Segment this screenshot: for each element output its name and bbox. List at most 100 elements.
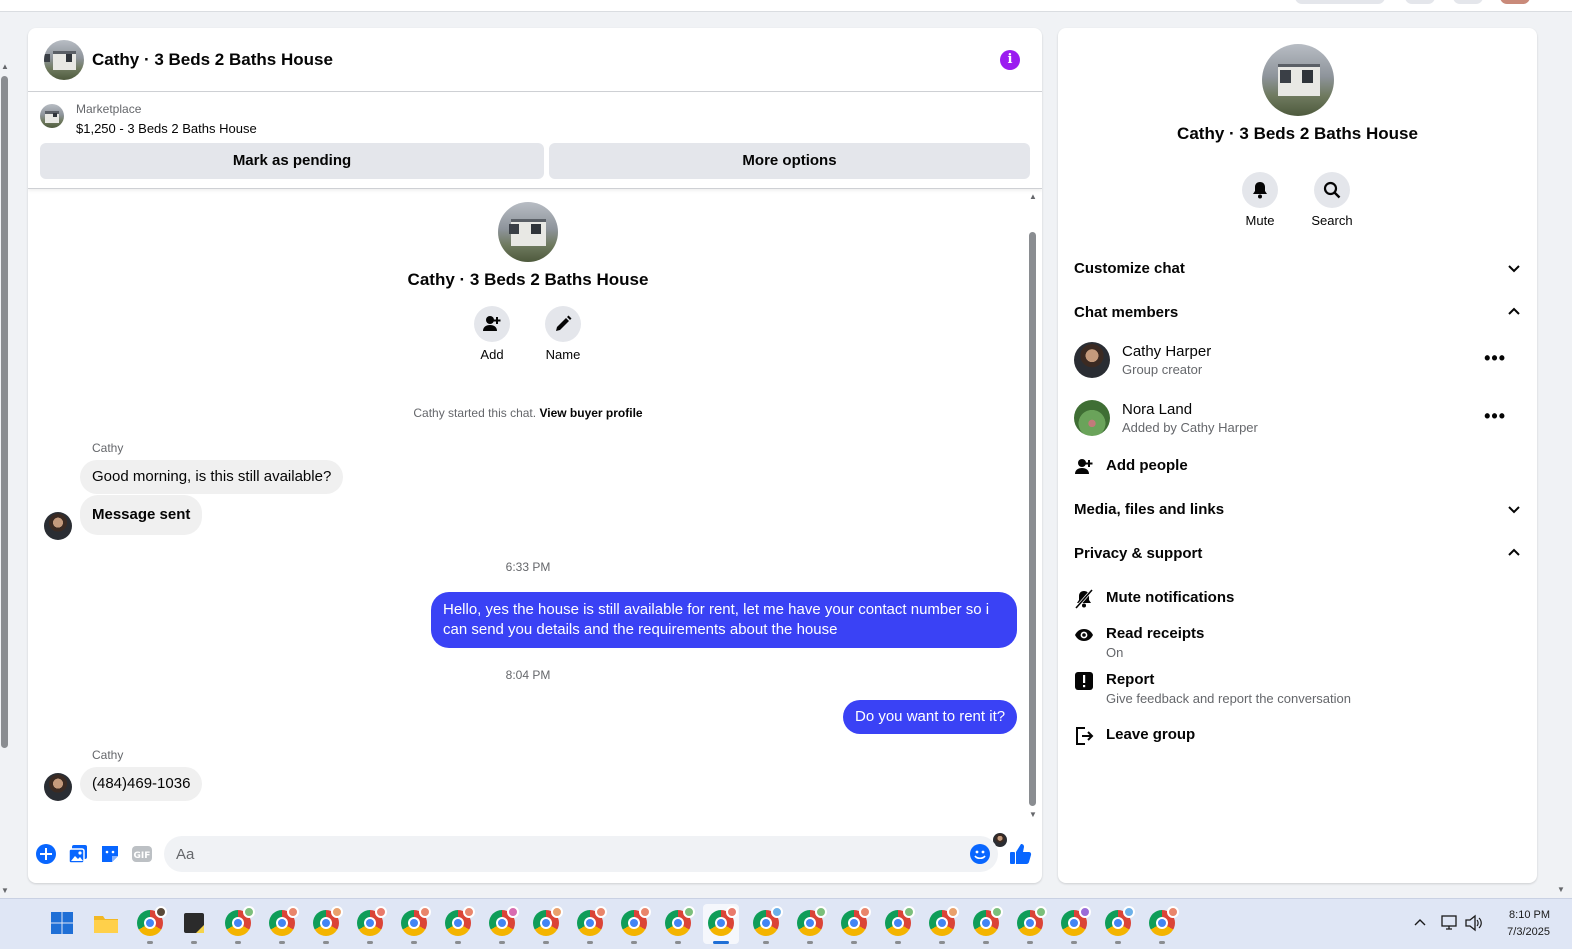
- member-row[interactable]: Nora Land Added by Cathy Harper •••: [1074, 394, 1522, 442]
- incoming-message[interactable]: (484)469-1036: [80, 767, 203, 801]
- listing-thumbnail[interactable]: [40, 104, 64, 128]
- photo-icon[interactable]: [66, 842, 90, 866]
- chrome-icon[interactable]: [532, 906, 563, 937]
- chrome-icon-active[interactable]: [707, 906, 738, 937]
- plus-icon[interactable]: [34, 842, 58, 866]
- scroll-down-arrow-icon[interactable]: ▼: [1557, 885, 1565, 894]
- clock-date[interactable]: 7/3/2025: [1490, 926, 1550, 938]
- sender-avatar[interactable]: [44, 773, 72, 801]
- running-indicator: [147, 941, 153, 944]
- clock-time[interactable]: 8:10 PM: [1490, 909, 1550, 921]
- running-indicator: [675, 941, 681, 944]
- scroll-down-arrow-icon[interactable]: ▼: [0, 886, 10, 896]
- chevron-down-icon: [1508, 265, 1520, 273]
- sender-avatar[interactable]: [44, 512, 72, 540]
- add-label: Add: [480, 347, 504, 362]
- top-bar-button[interactable]: [1295, 0, 1385, 4]
- chrome-icon[interactable]: [312, 906, 343, 937]
- chrome-icon[interactable]: [796, 906, 827, 937]
- sticky-notes-icon[interactable]: [180, 909, 208, 937]
- chrome-icon[interactable]: [840, 906, 871, 937]
- chat-members-label: Chat members: [1074, 304, 1179, 321]
- running-indicator: [191, 941, 197, 944]
- message-input[interactable]: [164, 836, 998, 872]
- gif-icon[interactable]: GIF: [130, 842, 154, 866]
- member-avatar[interactable]: [1074, 400, 1110, 436]
- incoming-message[interactable]: Message sent: [80, 495, 203, 535]
- bell-icon: [1253, 182, 1267, 199]
- listing-title[interactable]: $1,250 - 3 Beds 2 Baths House: [76, 121, 257, 136]
- profile-avatar[interactable]: [1500, 0, 1530, 4]
- like-thumb-icon[interactable]: [1008, 842, 1032, 866]
- chrome-icon[interactable]: [1016, 906, 1047, 937]
- report-icon: [1074, 671, 1094, 691]
- messages-scrollbar[interactable]: ▲ ▼: [1028, 190, 1038, 828]
- scrollbar-thumb[interactable]: [1029, 232, 1036, 806]
- network-icon[interactable]: [1438, 909, 1462, 937]
- running-indicator: [1071, 941, 1077, 944]
- incoming-message[interactable]: Good morning, is this still available?: [80, 460, 344, 494]
- chrome-icon[interactable]: [488, 906, 519, 937]
- message-sender: Cathy: [92, 441, 124, 455]
- add-member-button[interactable]: [474, 306, 510, 342]
- media-files-links-section[interactable]: Media, files and links: [1074, 501, 1522, 518]
- chrome-icon[interactable]: [224, 906, 255, 937]
- sticker-icon[interactable]: [98, 842, 122, 866]
- windows-start-icon[interactable]: [48, 909, 76, 937]
- scroll-up-arrow-icon[interactable]: ▲: [1028, 192, 1038, 201]
- chrome-icon[interactable]: [928, 906, 959, 937]
- chrome-icon[interactable]: [620, 906, 651, 937]
- outgoing-message[interactable]: Hello, yes the house is still available …: [431, 592, 1017, 648]
- file-explorer-icon[interactable]: [92, 909, 120, 937]
- chrome-icon[interactable]: [356, 906, 387, 937]
- chevron-up-icon: [1508, 548, 1520, 556]
- customize-chat-label: Customize chat: [1074, 260, 1185, 277]
- privacy-support-section[interactable]: Privacy & support: [1074, 545, 1522, 562]
- chrome-icon[interactable]: [752, 906, 783, 937]
- outgoing-message[interactable]: Do you want to rent it?: [843, 700, 1018, 734]
- details-avatar[interactable]: [1262, 44, 1334, 116]
- chat-avatar[interactable]: [44, 40, 84, 80]
- scroll-up-arrow-icon[interactable]: ▲: [0, 62, 10, 72]
- chat-members-section[interactable]: Chat members: [1074, 304, 1522, 321]
- chrome-icon[interactable]: [444, 906, 475, 937]
- chrome-icon[interactable]: [400, 906, 431, 937]
- rename-button[interactable]: [545, 306, 581, 342]
- emoji-icon[interactable]: [968, 842, 992, 866]
- mark-as-pending-button[interactable]: Mark as pending: [40, 143, 544, 179]
- chat-title[interactable]: Cathy · 3 Beds 2 Baths House: [92, 50, 333, 70]
- scroll-down-arrow-icon[interactable]: ▼: [1028, 810, 1038, 819]
- volume-icon[interactable]: [1462, 909, 1486, 937]
- message-timestamp: 6:33 PM: [505, 560, 551, 574]
- view-buyer-profile-link[interactable]: View buyer profile: [539, 406, 642, 420]
- chrome-icon[interactable]: [1060, 906, 1091, 937]
- read-receipts-value: On: [1106, 645, 1124, 660]
- chrome-icon[interactable]: [972, 906, 1003, 937]
- chrome-icon[interactable]: [1104, 906, 1135, 937]
- customize-chat-section[interactable]: Customize chat: [1074, 260, 1522, 277]
- chrome-icon[interactable]: [664, 906, 695, 937]
- running-indicator: [631, 941, 637, 944]
- top-bar-icon-button[interactable]: [1453, 0, 1483, 4]
- more-options-icon[interactable]: •••: [1484, 349, 1506, 367]
- more-options-icon[interactable]: •••: [1484, 407, 1506, 425]
- scrollbar-thumb[interactable]: [1, 76, 8, 748]
- member-name: Cathy Harper: [1122, 343, 1212, 360]
- chevron-up-icon[interactable]: [1410, 909, 1430, 937]
- member-row[interactable]: Cathy Harper Group creator •••: [1074, 336, 1522, 384]
- marketplace-strip: Marketplace $1,250 - 3 Beds 2 Baths Hous…: [28, 93, 1042, 189]
- mute-button[interactable]: [1242, 172, 1278, 208]
- chrome-icon[interactable]: [576, 906, 607, 937]
- member-avatar[interactable]: [1074, 342, 1110, 378]
- page-scrollbar[interactable]: ▲ ▼: [0, 62, 10, 895]
- more-options-button[interactable]: More options: [549, 143, 1030, 179]
- chrome-icon[interactable]: [1148, 906, 1179, 937]
- chrome-icon[interactable]: [136, 906, 167, 937]
- chrome-icon[interactable]: [884, 906, 915, 937]
- search-button[interactable]: [1314, 172, 1350, 208]
- chevron-down-icon: [1508, 506, 1520, 514]
- info-icon[interactable]: i: [1000, 50, 1020, 70]
- leave-group-label: Leave group: [1106, 726, 1196, 743]
- chrome-icon[interactable]: [268, 906, 299, 937]
- top-bar-icon-button[interactable]: [1405, 0, 1435, 4]
